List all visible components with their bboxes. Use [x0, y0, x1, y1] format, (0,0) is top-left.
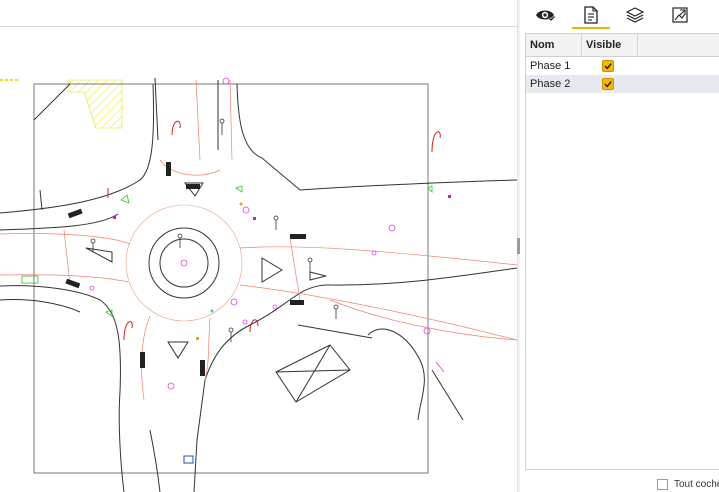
- check-all-label: Tout cocher: [674, 478, 719, 490]
- tab-visibility[interactable]: [534, 4, 556, 26]
- phase-name: Phase 2: [530, 78, 571, 90]
- layers-icon: [626, 7, 644, 23]
- panel-tabs: [520, 0, 719, 30]
- column-header-name[interactable]: Nom: [526, 34, 582, 56]
- print-frame: [33, 83, 429, 474]
- tab-export[interactable]: [669, 4, 691, 26]
- roundabout-plan-drawing: [0, 77, 517, 492]
- visible-checkbox[interactable]: [602, 60, 614, 72]
- checkmark-icon: [604, 81, 612, 88]
- document-list-icon: [584, 6, 598, 24]
- check-all-control[interactable]: Tout cocher: [657, 476, 719, 492]
- visible-checkbox[interactable]: [602, 78, 614, 90]
- tab-layers[interactable]: [624, 4, 646, 26]
- phase-name: Phase 1: [530, 60, 571, 72]
- eye-check-icon: [536, 10, 555, 22]
- tab-phases[interactable]: [572, 4, 610, 29]
- drawing-canvas[interactable]: [0, 27, 517, 492]
- image-export-icon: [672, 7, 688, 23]
- roundabout-inner: [159, 238, 209, 288]
- table-row[interactable]: Phase 2: [526, 75, 719, 93]
- checkmark-icon: [604, 63, 612, 70]
- side-panel: Nom Visible Phase 1 Phase 2 Tout cocher: [520, 0, 719, 492]
- phases-table: Nom Visible Phase 1 Phase 2: [525, 33, 719, 470]
- table-row[interactable]: Phase 1: [526, 57, 719, 75]
- top-toolbar: [0, 0, 517, 27]
- check-all-checkbox[interactable]: [657, 478, 668, 490]
- table-header: Nom Visible: [526, 34, 719, 57]
- hatched-zone: [67, 79, 123, 129]
- column-header-visible[interactable]: Visible: [582, 34, 638, 56]
